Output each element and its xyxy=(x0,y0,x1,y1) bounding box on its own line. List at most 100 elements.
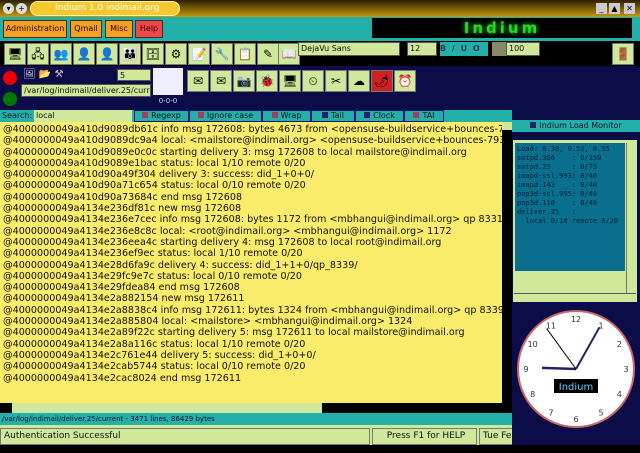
group-icon[interactable]: 👪 xyxy=(119,43,141,65)
load-monitor-toggle[interactable]: Indium Load Monitor xyxy=(512,120,640,132)
log-line: @4000000049a4134e2a885804 local: <mailst… xyxy=(3,316,413,328)
menu-administration[interactable]: Administration xyxy=(3,20,67,38)
book-icon[interactable]: 📖 xyxy=(278,43,300,65)
indium-logo: Indium xyxy=(372,18,632,38)
note-icon[interactable]: 📝 xyxy=(188,43,210,65)
log-line: @4000000049a410d9089db61c info msg 17260… xyxy=(3,124,502,135)
open-icons[interactable]: 🖼 📂 ⚒ xyxy=(23,69,63,80)
interval-spinner[interactable]: 5 xyxy=(117,69,151,81)
clock-tool-icon[interactable]: ⏰ xyxy=(394,70,416,92)
bold-button[interactable]: B xyxy=(440,44,446,53)
exit-icon[interactable]: 🚪 xyxy=(612,43,634,65)
load-monitor-hscrollbar[interactable] xyxy=(514,293,636,301)
log-horizontal-scrollbar[interactable] xyxy=(0,403,512,413)
tool-icon-4[interactable]: 🐞 xyxy=(256,70,278,92)
log-line: @4000000049a4134e29fdea84 end msg 172608 xyxy=(3,282,240,294)
window-title: Indium 1.0 indimail.org xyxy=(30,1,180,16)
hour-hand xyxy=(541,366,577,371)
log-line: @4000000049a410d9089e0c0c starting deliv… xyxy=(3,146,467,158)
clock-number: 9 xyxy=(523,365,528,374)
log-line: @4000000049a410d9089dc9a4 local: <mailst… xyxy=(3,135,502,147)
load-monitor-text: Load: 0.38, 0.53, 0.55 smtpd.366 : 0/150… xyxy=(515,143,625,271)
clock-number: 5 xyxy=(598,408,603,417)
underline-button[interactable]: U xyxy=(461,44,468,53)
clock-checkbox[interactable]: Clock xyxy=(355,110,404,122)
tool-icon-6[interactable]: ⏲ xyxy=(302,70,324,92)
users-icon[interactable]: 👥 xyxy=(50,43,72,65)
settings-icon[interactable]: ⚙ xyxy=(165,43,187,65)
log-line: @4000000049a4134e2cab5744 status: local … xyxy=(3,361,306,373)
format-buttons: B / U O xyxy=(440,42,488,56)
tool-icon-8[interactable]: ☁ xyxy=(348,70,370,92)
zoom-spinner[interactable]: 100 xyxy=(506,42,540,56)
clock-number: 7 xyxy=(548,408,553,417)
database-icon[interactable]: 🗄 xyxy=(142,43,164,65)
wrap-checkbox[interactable]: Wrap xyxy=(262,110,311,122)
load-monitor-scrollbar[interactable] xyxy=(626,143,636,293)
tool-icon-7[interactable]: ✂ xyxy=(325,70,347,92)
tool-icon-2[interactable]: ✉ xyxy=(210,70,232,92)
file-info: /var/log/indimail/deliver.25/current - 3… xyxy=(0,413,512,425)
ignore-case-checkbox[interactable]: Ignore case xyxy=(189,110,262,122)
edit-icon[interactable]: ✎ xyxy=(257,43,279,65)
tool-icon-5[interactable]: 🖥 xyxy=(279,70,301,92)
log-line: @4000000049a4134e2a8a116c status: local … xyxy=(3,338,306,350)
menu-misc[interactable]: Misc xyxy=(105,20,133,38)
log-line: @4000000049a410d90a73684c end msg 172608 xyxy=(3,191,243,203)
log-line: @4000000049a4134e2c761e44 delivery 5: su… xyxy=(3,349,316,361)
user-remove-icon[interactable]: 👤 xyxy=(96,43,118,65)
search-input[interactable]: local xyxy=(34,110,132,122)
clock-number: 6 xyxy=(573,415,578,424)
log-line: @4000000049a4134e2a882154 new msg 172611 xyxy=(3,293,245,305)
log-vertical-scrollbar[interactable] xyxy=(502,122,512,403)
search-label: Search: xyxy=(2,111,33,120)
tail-checkbox[interactable]: Tail xyxy=(311,110,355,122)
toolbar: 🖥 🖧 👥 👤 👤 👪 🗄 ⚙ 📝 🔧 📋 ✎ 📖 DejaVu Sans 12… xyxy=(0,41,640,66)
user-edit-icon[interactable]: 👤 xyxy=(73,43,95,65)
clock-number: 8 xyxy=(530,390,535,399)
clock-number: 2 xyxy=(617,340,622,349)
maximize-button[interactable]: ▲ xyxy=(609,3,620,14)
log-line: @4000000049a4134e2a89f22c starting deliv… xyxy=(3,327,465,339)
log-line: @4000000049a4134e2a8838c4 info msg 17261… xyxy=(3,304,502,316)
analog-clock: 12 1 2 3 4 5 6 7 8 9 10 11 Indium xyxy=(515,303,637,445)
log-line: @4000000049a4134e29fc9e7c status: local … xyxy=(3,270,302,282)
regexp-checkbox[interactable]: Regexp xyxy=(134,110,189,122)
tool-icon-1[interactable]: ✉ xyxy=(187,70,209,92)
log-line: @4000000049a4134e236ef9ec status: local … xyxy=(3,248,303,260)
log-line: @4000000049a4134e236df81c new msg 172608 xyxy=(3,203,242,215)
menu-qmail[interactable]: Qmail xyxy=(70,20,102,38)
log-line: @4000000049a4134e236e8c8c local: <root@i… xyxy=(3,225,452,237)
counter: 0-0-0 xyxy=(158,97,178,105)
clock-number: 4 xyxy=(617,390,622,399)
services-icon[interactable]: 🔧 xyxy=(211,43,233,65)
font-select[interactable]: DejaVu Sans xyxy=(298,42,400,56)
menu-icon[interactable]: ▾ xyxy=(3,3,14,14)
network-icon[interactable]: 🖧 xyxy=(27,43,49,65)
tai-checkbox[interactable]: TAI xyxy=(404,110,444,122)
log-line: @4000000049a4134e236e7cec info msg 17260… xyxy=(3,214,502,226)
italic-button[interactable]: / xyxy=(452,44,455,53)
log-view[interactable]: @4000000049a410d9089db61c info msg 17260… xyxy=(0,122,502,403)
green-light-icon xyxy=(3,92,17,106)
clock-number: 3 xyxy=(623,365,628,374)
path-combo[interactable]: /var/log/indimail/deliver.25/current xyxy=(21,84,151,97)
control-panel: 🖼 📂 ⚒ 5 /var/log/indimail/deliver.25/cur… xyxy=(0,66,640,111)
title-bar[interactable]: ▾ + Indium 1.0 indimail.org _ ▲ ✕ xyxy=(0,0,640,17)
tool-icon-3[interactable]: 📷 xyxy=(233,70,255,92)
mascot-image[interactable] xyxy=(153,68,183,95)
clock-number: 12 xyxy=(571,315,581,324)
font-size-select[interactable]: 12 xyxy=(407,42,437,56)
clipboard-icon[interactable]: 📋 xyxy=(234,43,256,65)
hot-icon[interactable]: 🌶 xyxy=(371,70,393,92)
menu-help[interactable]: Help xyxy=(135,20,163,38)
computer-icon[interactable]: 🖥 xyxy=(4,43,26,65)
minimize-button[interactable]: _ xyxy=(596,3,607,14)
close-button[interactable]: ✕ xyxy=(624,3,635,14)
pin-icon[interactable]: + xyxy=(16,3,27,14)
clock-number: 10 xyxy=(528,340,538,349)
log-line: @4000000049a410d90a49f304 delivery 3: su… xyxy=(3,169,314,181)
help-hint: Press F1 for HELP xyxy=(372,428,477,445)
overstrike-button[interactable]: O xyxy=(473,44,480,53)
log-line: @4000000049a4134e28d6fa9c delivery 4: su… xyxy=(3,259,358,271)
